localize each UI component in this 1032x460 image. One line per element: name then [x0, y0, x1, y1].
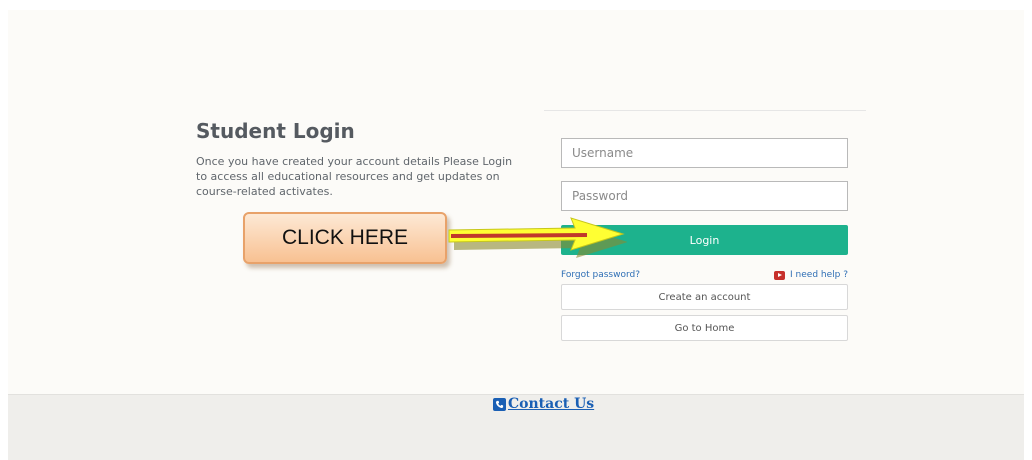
- contact-us-link[interactable]: Contact Us: [493, 396, 594, 412]
- click-here-callout: CLICK HERE: [243, 212, 447, 264]
- callout-text: CLICK HERE: [281, 226, 409, 249]
- contact-us-label: Contact Us: [508, 396, 595, 412]
- page-content: [8, 10, 1024, 394]
- page-title: Student Login: [196, 119, 355, 143]
- go-to-home-button[interactable]: Go to Home: [561, 315, 848, 341]
- forgot-password-link[interactable]: Forgot password?: [561, 270, 640, 280]
- password-field[interactable]: [561, 181, 848, 211]
- username-field[interactable]: [561, 138, 848, 168]
- arrow-icon: [448, 217, 627, 258]
- phone-icon: [493, 397, 506, 411]
- help-link-label: I need help ?: [790, 270, 848, 280]
- footer: Contact Us: [8, 394, 1024, 460]
- help-link[interactable]: I need help ?: [774, 270, 848, 280]
- divider: [544, 110, 866, 111]
- youtube-icon: [774, 270, 786, 280]
- login-description: Once you have created your account detai…: [196, 155, 513, 198]
- create-account-button[interactable]: Create an account: [561, 284, 848, 310]
